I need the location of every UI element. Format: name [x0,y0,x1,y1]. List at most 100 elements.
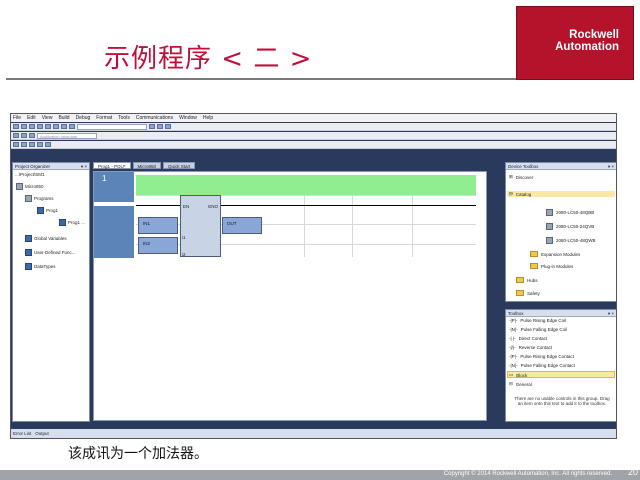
rung-wire-left [136,205,180,206]
toolbox-item[interactable]: -|/|- Reverse Contact [509,345,552,350]
variable-out[interactable]: OUT [222,217,262,234]
logo-line-2: Automation [555,41,619,53]
menu-view[interactable]: View [42,115,53,121]
ccw-screenshot: File Edit View Build Debug Format Tools … [10,113,617,439]
toolbox-item[interactable]: -| |- Direct Contact [509,336,547,341]
toolbox-header: Toolbox ▾ × [506,310,616,317]
tab-micro850[interactable]: Micro850 [132,162,162,169]
menu-edit[interactable]: Edit [27,115,36,121]
section-catalog[interactable]: ⊟ Catalog [507,191,615,197]
variable-in2[interactable]: IN2 [138,237,178,254]
toolbar-2: Application language [11,132,616,140]
tree-item-controller[interactable]: Micro850 [16,183,44,190]
project-organizer-pane: Project Organizer ▾ × ...\Project\SM1 Mic… [12,162,90,422]
block-pin-i2: i2 [182,252,186,257]
menu-debug[interactable]: Debug [76,115,91,121]
save-icon[interactable] [29,124,35,129]
toolbox-item[interactable]: -|P|- Pulse Rising Edge Coil [509,318,566,323]
rung-number[interactable]: 1 [94,172,134,202]
slide-caption: 该成讯为一个加法器。 [68,446,208,462]
cut-icon[interactable] [37,124,43,129]
add-function-block[interactable]: EN ENO i1 i2 [180,195,221,257]
menu-communications[interactable]: Communications [136,115,173,121]
toolbar-1 [11,123,616,131]
variable-in1[interactable]: IN1 [138,217,178,234]
catalog-folder-hubs[interactable]: Hubs [516,277,538,283]
editor-tabs: Prog1 - POU* Micro850 Quick Start [93,162,196,169]
page-number: 20 [627,467,638,477]
redo-icon[interactable] [69,124,75,129]
open-icon[interactable] [21,124,27,129]
tree-item-udf[interactable]: User-Defined Func... [25,249,76,256]
language-combo[interactable]: Application language [37,132,97,139]
undo-icon[interactable] [61,124,67,129]
project-path: ...\Project\SM1 [15,172,45,177]
grid-icon[interactable] [45,142,51,147]
tree-item-prog1[interactable]: Prog1 [37,207,58,214]
local-variables-icon [59,219,66,226]
toolbar-combo[interactable] [77,123,147,130]
controller-icon [546,237,553,244]
download-icon[interactable] [157,124,163,129]
datatypes-icon [25,263,32,270]
catalog-folder-safety[interactable]: Safety [516,290,540,296]
catalog-item-1[interactable]: 2080-LC50-48QBB [546,209,594,216]
output-tab[interactable]: Output [35,431,49,436]
tree-item-global-variables[interactable]: Global Variables [25,235,67,242]
menu-tools[interactable]: Tools [118,115,130,121]
indent-icon[interactable] [21,133,27,138]
tree-item-programs[interactable]: Programs [25,195,54,202]
rockwell-logo: Rockwell Automation [516,6,634,80]
build-icon[interactable] [149,124,155,129]
menu-bar: File Edit View Build Debug Format Tools … [11,114,616,122]
toolbox-item[interactable]: -|N|- Pulse Falling Edge Contact [509,363,575,368]
paste-icon[interactable] [53,124,59,129]
catalog-folder-expansion[interactable]: Expansion Modules [530,251,580,257]
italic-icon[interactable] [21,142,27,147]
tab-prog1[interactable]: Prog1 - POU* [93,162,131,169]
device-toolbox-pane: Device Toolbox ▾ × ⊞ Discover ⊟ Catalog 208… [505,162,616,302]
tree-item-datatypes[interactable]: DataTypes [25,263,56,270]
programs-icon [25,195,32,202]
udf-icon [25,249,32,256]
menu-window[interactable]: Window [179,115,197,121]
catalog-item-3[interactable]: 2080-LC50-48QWB [546,237,596,244]
copy-icon[interactable] [45,124,51,129]
section-discover[interactable]: ⊞ Discover [509,174,533,180]
toolbar-3 [11,141,616,149]
ladder-editor[interactable]: 1 EN ENO i1 i2 IN1 IN2 OUT [93,171,487,421]
slide-title: 示例程序 < 二 > [104,44,313,74]
folder-icon [516,277,524,283]
title-divider [6,78,516,80]
block-eno-pin: ENO [208,204,218,209]
toolbox-item[interactable]: -|P|- Pulse Rising Edge Contact [509,354,574,359]
toolbox-item[interactable]: -|N|- Pulse Falling Edge Coil [509,327,567,332]
catalog-folder-plugin[interactable]: Plug-in Modules [530,263,573,269]
toolbox-section-general[interactable]: ⊟ General [509,381,532,387]
tree-item-prog1-local[interactable]: Prog1 ... [59,219,85,226]
toolbox-item-block[interactable]: ▭ Block [509,372,527,378]
connect-icon[interactable] [165,124,171,129]
underline-icon[interactable] [29,142,35,147]
bold-icon[interactable] [13,142,19,147]
error-list-tab[interactable]: Error List [13,431,31,436]
new-icon[interactable] [13,124,19,129]
menu-format[interactable]: Format [96,115,112,121]
rung-selection-highlight [136,175,476,195]
outdent-icon[interactable] [29,133,35,138]
program-icon [37,207,44,214]
controller-icon [546,209,553,216]
global-variables-icon [25,235,32,242]
folder-icon [530,251,538,257]
catalog-item-2[interactable]: 2080-LC50-24QVB [546,223,594,230]
align-icon[interactable] [13,133,19,138]
tab-quick-start[interactable]: Quick Start [163,162,196,169]
menu-file[interactable]: File [13,115,21,121]
project-organizer-header: Project Organizer ▾ × [13,163,89,170]
menu-build[interactable]: Build [58,115,69,121]
zoom-icon[interactable] [37,142,43,147]
menu-help[interactable]: Help [203,115,213,121]
rung-margin [94,206,134,258]
logo-line-1: Rockwell [569,29,619,41]
device-toolbox-header: Device Toolbox ▾ × [506,163,616,170]
